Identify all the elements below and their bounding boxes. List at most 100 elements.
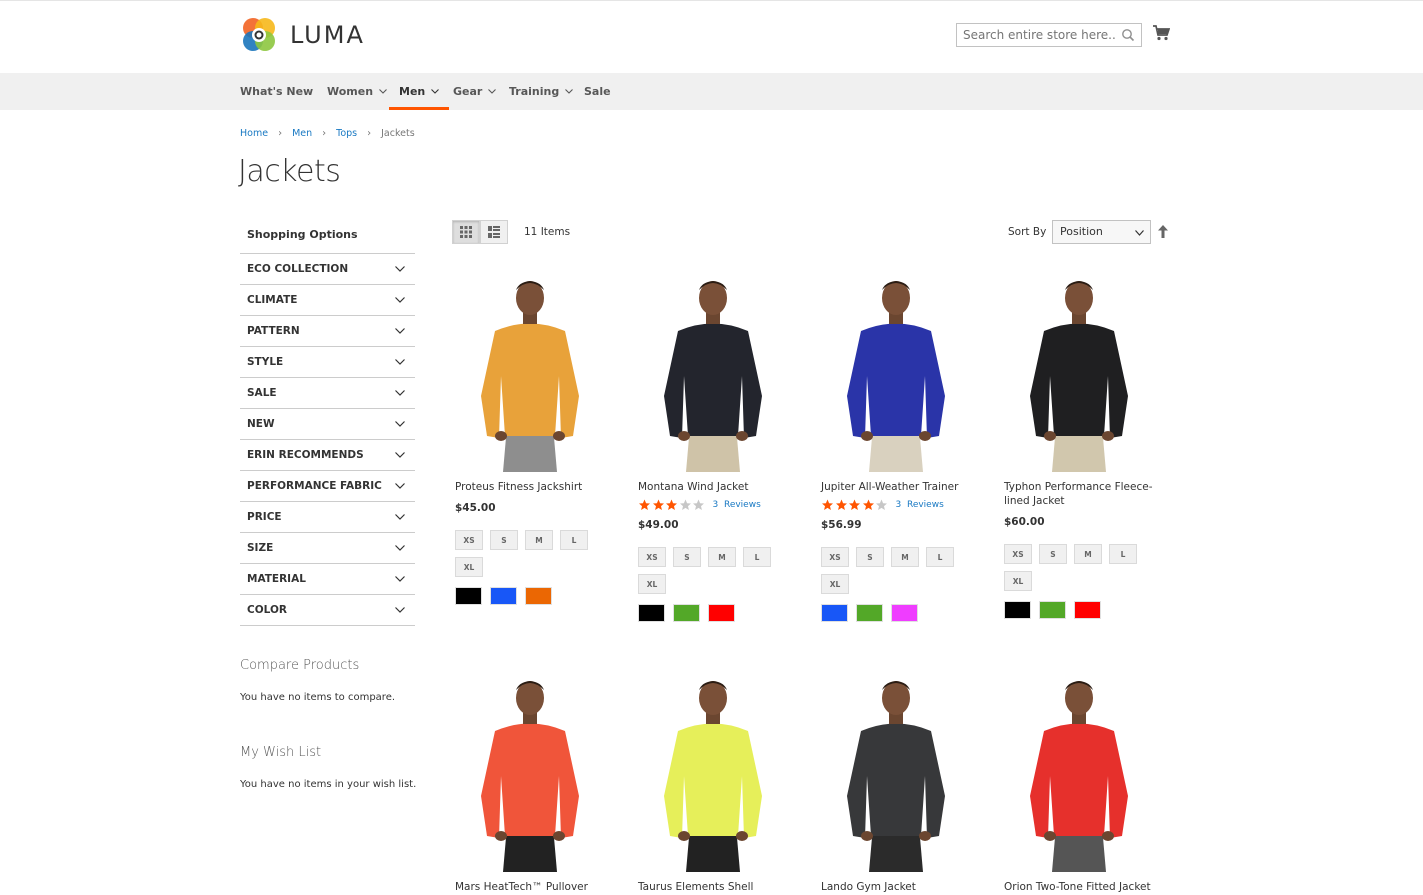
size-option-s[interactable]: S	[856, 547, 884, 567]
product-name[interactable]: Taurus Elements Shell	[638, 880, 798, 894]
filter-color[interactable]: COLOR	[240, 595, 415, 626]
color-swatch[interactable]	[638, 604, 665, 622]
size-option-m[interactable]: M	[525, 530, 553, 550]
size-option-s[interactable]: S	[490, 530, 518, 550]
chevron-down-icon	[395, 421, 405, 427]
filter-label: COLOR	[247, 604, 287, 616]
search-box[interactable]	[956, 23, 1142, 47]
breadcrumb-tops[interactable]: Tops	[336, 128, 357, 139]
product-name[interactable]: Jupiter All-Weather Trainer	[821, 480, 981, 494]
color-swatch[interactable]	[455, 587, 482, 605]
reviews-count: 3	[895, 499, 902, 510]
size-option-xl[interactable]: XL	[638, 574, 666, 594]
logo[interactable]: LUMA	[240, 16, 365, 54]
product-name[interactable]: Typhon Performance Fleece-lined Jacket	[1004, 480, 1164, 508]
chevron-down-icon	[395, 297, 405, 303]
color-swatch[interactable]	[525, 587, 552, 605]
size-option-s[interactable]: S	[1039, 544, 1067, 564]
nav-item-whats-new[interactable]: What's New	[240, 73, 313, 110]
breadcrumb-home[interactable]: Home	[240, 128, 268, 139]
color-swatch[interactable]	[856, 604, 883, 622]
color-swatch[interactable]	[821, 604, 848, 622]
size-option-xs[interactable]: XS	[455, 530, 483, 550]
product-image[interactable]	[821, 276, 971, 472]
sort-by-select[interactable]: Position	[1052, 220, 1151, 244]
filter-erin-recommends[interactable]: ERIN RECOMMENDS	[240, 440, 415, 471]
filter-performance-fabric[interactable]: PERFORMANCE FABRIC	[240, 471, 415, 502]
filter-pattern[interactable]: PATTERN	[240, 316, 415, 347]
filter-material[interactable]: MATERIAL	[240, 564, 415, 595]
rating-star-icon	[862, 499, 874, 510]
color-swatch[interactable]	[673, 604, 700, 622]
search-icon[interactable]	[1121, 28, 1135, 42]
product-image[interactable]	[821, 676, 971, 872]
size-option-s[interactable]: S	[673, 547, 701, 567]
breadcrumb-men[interactable]: Men	[292, 128, 312, 139]
chevron-down-icon	[431, 89, 440, 94]
list-view-button[interactable]	[480, 220, 508, 244]
filter-climate[interactable]: CLIMATE	[240, 285, 415, 316]
size-option-xs[interactable]: XS	[821, 547, 849, 567]
product-image[interactable]	[638, 276, 788, 472]
product-name[interactable]: Proteus Fitness Jackshirt	[455, 480, 615, 494]
view-mode-switcher	[452, 220, 508, 244]
color-swatch[interactable]	[891, 604, 918, 622]
nav-item-training[interactable]: Training	[509, 73, 574, 110]
filter-eco-collection[interactable]: ECO COLLECTION	[240, 254, 415, 285]
product-image[interactable]	[1004, 276, 1154, 472]
nav-item-women[interactable]: Women	[327, 73, 387, 110]
product-image[interactable]	[455, 276, 605, 472]
size-option-xl[interactable]: XL	[455, 557, 483, 577]
nav-label: What's New	[240, 84, 314, 98]
size-option-m[interactable]: M	[1074, 544, 1102, 564]
size-option-xs[interactable]: XS	[638, 547, 666, 567]
wishlist-title: My Wish List	[240, 745, 322, 760]
color-swatch[interactable]	[1004, 601, 1031, 619]
filter-sale[interactable]: SALE	[240, 378, 415, 409]
reviews-label: Reviews	[723, 499, 761, 510]
color-swatch[interactable]	[708, 604, 735, 622]
product-name[interactable]: Lando Gym Jacket	[821, 880, 981, 894]
shopping-cart-icon[interactable]	[1152, 24, 1170, 42]
size-option-xl[interactable]: XL	[821, 574, 849, 594]
size-option-xl[interactable]: XL	[1004, 571, 1032, 591]
size-option-l[interactable]: L	[560, 530, 588, 550]
list-icon	[488, 226, 500, 238]
filter-new[interactable]: NEW	[240, 409, 415, 440]
breadcrumb-separator: ›	[278, 128, 283, 139]
sort-direction-arrow-icon[interactable]	[1158, 225, 1168, 238]
filter-size[interactable]: SIZE	[240, 533, 415, 564]
product-price: $49.00	[638, 519, 679, 531]
size-option-xs[interactable]: XS	[1004, 544, 1032, 564]
nav-item-sale[interactable]: Sale	[584, 73, 611, 110]
size-option-m[interactable]: M	[708, 547, 736, 567]
filter-label: PRICE	[247, 511, 282, 523]
grid-view-button[interactable]	[452, 220, 480, 244]
size-option-l[interactable]: L	[926, 547, 954, 567]
reviews-link[interactable]: 3 Reviews	[896, 500, 944, 510]
product-image[interactable]	[638, 676, 788, 872]
shopping-options-title: Shopping Options	[240, 222, 415, 254]
filter-style[interactable]: STYLE	[240, 347, 415, 378]
filter-price[interactable]: PRICE	[240, 502, 415, 533]
color-swatch[interactable]	[1039, 601, 1066, 619]
nav-item-men[interactable]: Men	[388, 73, 450, 110]
filter-label: ERIN RECOMMENDS	[247, 449, 364, 461]
color-swatch[interactable]	[1074, 601, 1101, 619]
chevron-down-icon	[395, 266, 405, 272]
wishlist-text: You have no items in your wish list.	[240, 779, 417, 790]
size-option-m[interactable]: M	[891, 547, 919, 567]
filter-label: PERFORMANCE FABRIC	[247, 480, 382, 492]
product-image[interactable]	[1004, 676, 1154, 872]
nav-item-gear[interactable]: Gear	[453, 73, 497, 110]
reviews-link[interactable]: 3 Reviews	[713, 500, 761, 510]
search-input[interactable]	[957, 24, 1117, 46]
size-option-l[interactable]: L	[1109, 544, 1137, 564]
product-name[interactable]: Mars HeatTech™ Pullover	[455, 880, 615, 894]
product-name[interactable]: Orion Two-Tone Fitted Jacket	[1004, 880, 1164, 894]
product-image[interactable]	[455, 676, 605, 872]
size-option-l[interactable]: L	[743, 547, 771, 567]
product-name[interactable]: Montana Wind Jacket	[638, 480, 798, 494]
rating-star-icon	[693, 499, 704, 510]
color-swatch[interactable]	[490, 587, 517, 605]
